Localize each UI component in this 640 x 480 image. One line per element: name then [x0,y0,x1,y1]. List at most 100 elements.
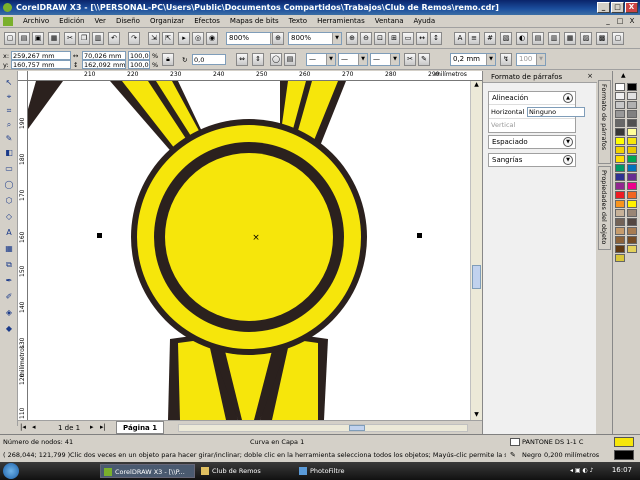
copy-icon[interactable]: ❐ [78,32,90,45]
vertical-scrollbar[interactable]: ▲ ▼ [470,81,482,420]
palette-swatch[interactable] [615,245,625,253]
line-style-combo[interactable]: — ▼ [338,53,368,66]
zoom-page-icon[interactable]: ▭ [402,32,414,45]
palette-swatch[interactable] [615,92,625,100]
lock-icon[interactable]: ▩ [596,32,608,45]
scale-y-input[interactable]: 100,0 [128,60,150,69]
shape-icon[interactable]: ◐ [516,32,528,45]
palette-swatch[interactable] [615,119,625,127]
task-photofiltre[interactable]: PhotoFiltre [296,464,391,478]
ellipse-tool-icon[interactable]: ◯ [3,179,15,190]
palette-swatch[interactable] [627,209,637,217]
polygon-tool-icon[interactable]: ⬡ [3,195,15,206]
zoom-in-icon[interactable]: ⊕ [346,32,358,45]
horizontal-alignment-select[interactable]: Ninguno [527,107,585,117]
zoom-selection-icon[interactable]: ⊡ [374,32,386,45]
new-icon[interactable]: ▢ [4,32,16,45]
doc-restore-button[interactable]: □ [615,16,625,26]
palette-swatch[interactable] [615,191,625,199]
tab-paragraph-format[interactable]: Formato de párrafos [598,80,611,164]
last-page-icon[interactable]: ▸| [100,423,106,431]
alignment-header[interactable]: Alineación ▲ [489,92,575,104]
open-icon[interactable]: ▤ [18,32,30,45]
wrap-icon[interactable]: ▤ [284,53,296,66]
freehand-tool-icon[interactable]: ✎ [3,133,15,144]
export-icon[interactable]: ⇱ [162,32,174,45]
horizontal-ruler[interactable]: 210 220 230 240 250 260 270 280 290 milí… [28,71,482,81]
align-toolbar-icon[interactable]: ≡ [468,32,480,45]
palette-swatch[interactable] [627,128,637,136]
pick-tool-icon[interactable]: ↖ [3,77,15,88]
palette-swatch[interactable] [627,245,637,253]
palette-scroll-up-icon[interactable]: ▲ [621,72,626,79]
palette-swatch[interactable] [627,191,637,199]
arrange-icon[interactable]: ▧ [500,32,512,45]
scroll-up-icon[interactable]: ▲ [472,81,481,90]
palette-swatch[interactable] [627,101,637,109]
print-icon[interactable]: ▦ [48,32,60,45]
smart-fill-tool-icon[interactable]: ◧ [3,147,15,158]
palette-swatch[interactable] [615,209,625,217]
palette-swatch[interactable] [615,173,625,181]
menu-archivo[interactable]: Archivo [18,17,54,25]
zoom-tool-icon[interactable]: ⌕ [3,119,15,130]
menu-ayuda[interactable]: Ayuda [409,17,441,25]
lock-ratio-icon[interactable]: 🔒︎ [162,53,174,66]
menu-texto[interactable]: Texto [284,17,312,25]
interactive-fill-tool-icon[interactable]: ◆ [3,323,15,334]
start-button[interactable] [3,463,19,479]
doc-minimize-button[interactable]: _ [603,16,613,26]
ungroup-icon[interactable]: ▥ [548,32,560,45]
scroll-down-icon[interactable]: ▼ [472,411,481,420]
palette-swatch[interactable] [615,236,625,244]
palette-swatch[interactable] [615,218,625,226]
docker-close-icon[interactable]: × [587,72,593,80]
corel-online-icon[interactable]: ◎ [192,32,204,45]
palette-swatch[interactable] [627,83,637,91]
selection-handle-left[interactable] [97,233,102,238]
palette-swatch[interactable] [627,200,637,208]
zoom-levels-combo[interactable]: 800% ▼ [288,32,342,45]
ruler-origin[interactable] [18,71,28,81]
menu-edicion[interactable]: Edición [54,17,89,25]
text-toolbar-icon[interactable]: A [454,32,466,45]
page-tab[interactable]: Página 1 [116,421,165,434]
save-icon[interactable]: ▣ [32,32,44,45]
tab-object-properties[interactable]: Propiedades del objeto [598,166,611,250]
palette-swatch[interactable] [615,83,625,91]
palette-swatch[interactable] [615,101,625,109]
selection-handle-right[interactable] [417,233,422,238]
outline-pen-icon[interactable]: ✎ [418,53,430,66]
next-page-icon[interactable]: ▸ [90,423,94,431]
width-input[interactable]: 70,026 mm [82,51,126,60]
prev-page-icon[interactable]: ◂ [32,423,36,431]
menu-herramientas[interactable]: Herramientas [312,17,370,25]
end-arrow-combo[interactable]: — ▼ [370,53,400,66]
first-page-icon[interactable]: |◂ [20,423,26,431]
menu-organizar[interactable]: Organizar [145,17,189,25]
palette-swatch[interactable] [615,182,625,190]
palette-swatch[interactable] [627,182,637,190]
outline-color-swatch[interactable] [614,450,634,460]
paste-icon[interactable]: ▥ [92,32,104,45]
palette-swatch[interactable] [615,254,625,262]
vertical-ruler[interactable]: 190 180 170 160 150 140 130 120 110 milí… [18,81,28,420]
crop-tool-icon[interactable]: ⌗ [3,105,15,116]
text-tool-icon[interactable]: A [3,227,15,238]
outline-width-combo[interactable]: 0,2 mm ▼ [450,53,496,66]
palette-swatch[interactable] [627,173,637,181]
start-arrow-combo[interactable]: — ▼ [306,53,336,66]
zoom-width-icon[interactable]: ↔ [416,32,428,45]
palette-swatch[interactable] [627,155,637,163]
undo-icon[interactable]: ↶ [108,32,120,45]
auto-reduce-icon[interactable]: ↯ [500,53,512,66]
task-coreldraw[interactable]: CorelDRAW X3 - [\\P... [100,464,195,478]
fill-tool-icon[interactable]: ◈ [3,307,15,318]
table-tool-icon[interactable]: ▦ [3,243,15,254]
height-input[interactable]: 162,092 mm [82,60,126,69]
tray-icons[interactable]: ◂ ▣ ◐ ♪ [570,467,593,474]
expand-icon[interactable]: ▼ [563,155,573,165]
palette-swatch[interactable] [615,164,625,172]
indent-header[interactable]: Sangrías ▼ [489,154,575,166]
palette-swatch[interactable] [627,92,637,100]
